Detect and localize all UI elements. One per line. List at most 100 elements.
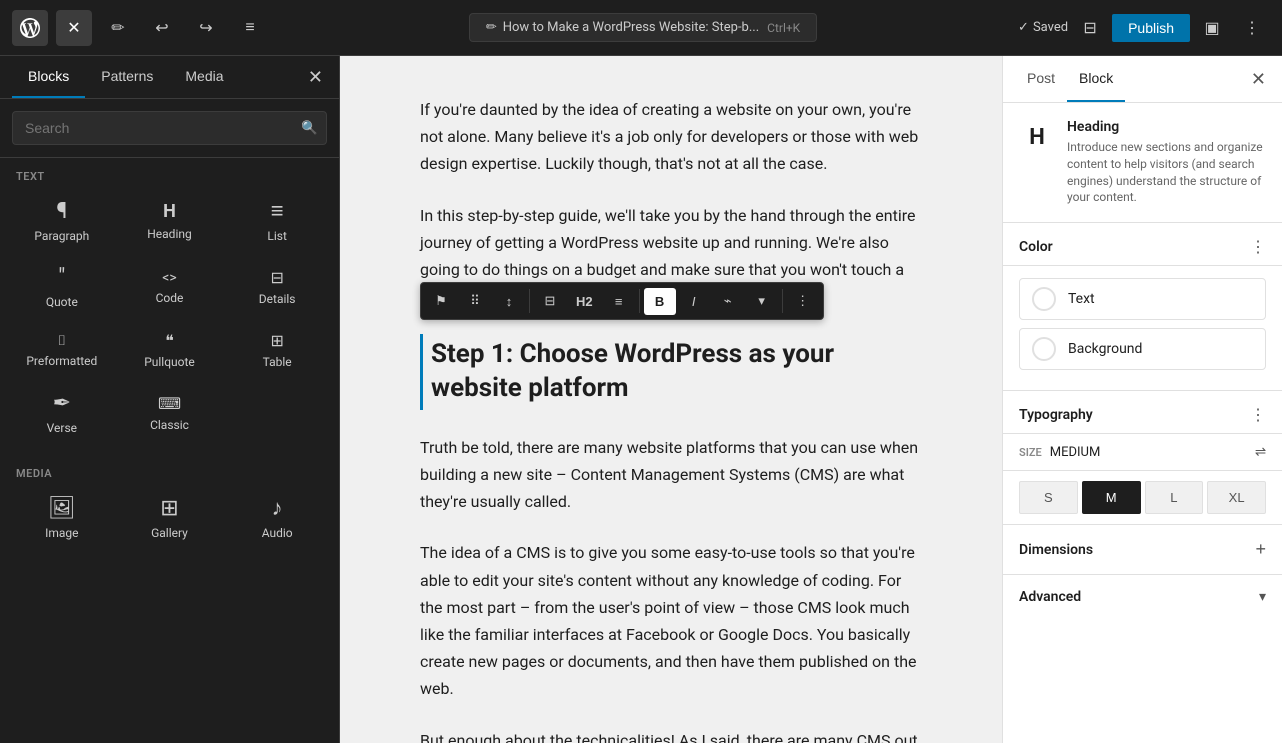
toolbar-bold-button[interactable]: B — [644, 288, 676, 315]
toolbar-italic-button[interactable]: I — [678, 288, 710, 315]
undo-button[interactable]: ↩ — [144, 10, 180, 46]
block-paragraph[interactable]: ¶ Paragraph — [8, 189, 116, 255]
block-audio[interactable]: ♪ Audio — [223, 486, 331, 552]
advanced-label: Advanced — [1019, 589, 1081, 605]
table-icon: ⊞ — [270, 333, 283, 349]
tab-block[interactable]: Block — [1067, 56, 1125, 102]
typography-title: Typography — [1019, 407, 1093, 423]
toolbar-h2-button[interactable]: H2 — [568, 288, 601, 315]
toolbar-drag-button[interactable]: ⠿ — [459, 287, 491, 315]
background-color-label: Background — [1068, 341, 1142, 357]
block-gallery[interactable]: ⊞ Gallery — [116, 486, 224, 552]
wordpress-logo[interactable] — [12, 10, 48, 46]
color-section-menu-button[interactable]: ⋮ — [1250, 237, 1266, 257]
details-label: Details — [259, 292, 296, 306]
pullquote-label: Pullquote — [144, 355, 195, 369]
sidebar-close-button[interactable]: ✕ — [304, 63, 327, 92]
edit-post-icon: ✏ — [486, 20, 497, 35]
toolbar-dropdown-button[interactable]: ▾ — [746, 287, 778, 315]
search-icon-button[interactable]: 🔍 — [293, 112, 326, 144]
block-info: H Heading Introduce new sections and org… — [1003, 103, 1282, 223]
size-s-button[interactable]: S — [1019, 481, 1078, 514]
block-description: Introduce new sections and organize cont… — [1067, 139, 1266, 206]
block-quote[interactable]: " Quote — [8, 255, 116, 321]
background-color-option[interactable]: Background — [1019, 328, 1266, 370]
block-classic[interactable]: ⌨ Classic — [116, 381, 224, 447]
list-label: List — [267, 229, 287, 243]
advanced-row[interactable]: Advanced ▾ — [1003, 575, 1282, 619]
size-row: SIZE MEDIUM ⇌ — [1003, 434, 1282, 471]
preformatted-label: Preformatted — [26, 354, 97, 368]
paragraph-3[interactable]: Truth be told, there are many website pl… — [420, 434, 922, 516]
heading-label: Heading — [147, 227, 192, 241]
block-image[interactable]: 🖼 Image — [8, 486, 116, 552]
heading-block[interactable]: ⚑ ⠿ ↕ ⊟ H2 ≡ B I ⌁ ▾ ⋮ Step 1: Choose Wo… — [420, 334, 922, 410]
redo-button[interactable]: ↪ — [188, 10, 224, 46]
audio-label: Audio — [262, 526, 293, 540]
tab-post[interactable]: Post — [1015, 56, 1067, 102]
toolbar-paragraph-align-button[interactable]: ≡ — [603, 288, 635, 315]
toolbar-link-button[interactable]: ⌁ — [712, 287, 744, 315]
block-code[interactable]: <> Code — [116, 255, 224, 321]
typography-menu-button[interactable]: ⋮ — [1250, 405, 1266, 425]
view-toggle-button[interactable]: ⊟ — [1072, 10, 1108, 46]
paragraph-5[interactable]: But enough about the technicalities! As … — [420, 727, 922, 743]
edit-button[interactable]: ✏ — [100, 10, 136, 46]
sidebar-toggle-button[interactable]: ▣ — [1194, 10, 1230, 46]
dimensions-add-button[interactable]: + — [1255, 539, 1266, 560]
preformatted-icon: ⌷ — [58, 334, 66, 348]
paragraph-4[interactable]: The idea of a CMS is to give you some ea… — [420, 539, 922, 702]
details-icon: ⊟ — [270, 270, 283, 286]
heading-text[interactable]: Step 1: Choose WordPress as your website… — [420, 334, 922, 410]
right-sidebar-close-button[interactable]: ✕ — [1247, 65, 1270, 94]
saved-status: ✓ Saved — [1018, 20, 1068, 35]
right-sidebar: Post Block ✕ H Heading Introduce new sec… — [1002, 56, 1282, 743]
block-details[interactable]: ⊟ Details — [223, 255, 331, 321]
media-section-label: MEDIA — [0, 455, 339, 486]
text-color-option[interactable]: Text — [1019, 278, 1266, 320]
toolbar-more-button[interactable]: ⋮ — [787, 287, 819, 315]
size-value: MEDIUM — [1050, 445, 1101, 460]
block-heading[interactable]: H Heading — [116, 189, 224, 255]
block-verse[interactable]: ✒ Verse — [8, 381, 116, 447]
block-type-icon: H — [1019, 119, 1055, 155]
title-pill-left: ✏ How to Make a WordPress Website: Step-… — [486, 20, 759, 35]
block-preformatted[interactable]: ⌷ Preformatted — [8, 321, 116, 381]
search-input[interactable] — [13, 112, 293, 144]
tab-blocks[interactable]: Blocks — [12, 56, 85, 98]
left-sidebar: Blocks Patterns Media ✕ 🔍 TEXT ¶ Paragra… — [0, 56, 340, 743]
size-m-button[interactable]: M — [1082, 481, 1141, 514]
background-color-circle — [1032, 337, 1056, 361]
tab-media[interactable]: Media — [169, 56, 239, 98]
check-icon: ✓ — [1018, 20, 1029, 35]
block-table[interactable]: ⊞ Table — [223, 321, 331, 381]
image-label: Image — [45, 526, 78, 540]
options-button[interactable]: ⋮ — [1234, 10, 1270, 46]
top-bar-right: ✓ Saved ⊟ Publish ▣ ⋮ — [1018, 10, 1270, 46]
toolbar-divider-3 — [782, 289, 783, 313]
list-view-button[interactable]: ≡ — [232, 10, 268, 46]
size-xl-button[interactable]: XL — [1207, 481, 1266, 514]
toolbar-align-button[interactable]: ⊟ — [534, 287, 566, 315]
keyboard-shortcut: Ctrl+K — [767, 21, 800, 35]
publish-button[interactable]: Publish — [1112, 14, 1190, 42]
size-l-button[interactable]: L — [1145, 481, 1204, 514]
right-tabs: Post Block ✕ — [1003, 56, 1282, 103]
close-button[interactable]: ✕ — [56, 10, 92, 46]
tab-patterns[interactable]: Patterns — [85, 56, 169, 98]
text-color-circle — [1032, 287, 1056, 311]
table-label: Table — [263, 355, 292, 369]
code-icon: <> — [162, 271, 176, 285]
toolbar-bookmark-button[interactable]: ⚑ — [425, 287, 457, 315]
code-label: Code — [156, 291, 184, 305]
block-pullquote[interactable]: ❝ Pullquote — [116, 321, 224, 381]
toolbar-divider-1 — [529, 289, 530, 313]
toolbar-move-button[interactable]: ↕ — [493, 288, 525, 315]
title-pill[interactable]: ✏ How to Make a WordPress Website: Step-… — [469, 13, 817, 42]
media-blocks-grid: 🖼 Image ⊞ Gallery ♪ Audio — [0, 486, 339, 560]
gallery-label: Gallery — [151, 526, 188, 540]
size-adjust-button[interactable]: ⇌ — [1255, 444, 1266, 460]
gallery-icon: ⊞ — [160, 498, 178, 520]
paragraph-1[interactable]: If you're daunted by the idea of creatin… — [420, 96, 922, 178]
block-list[interactable]: ≡ List — [223, 189, 331, 255]
